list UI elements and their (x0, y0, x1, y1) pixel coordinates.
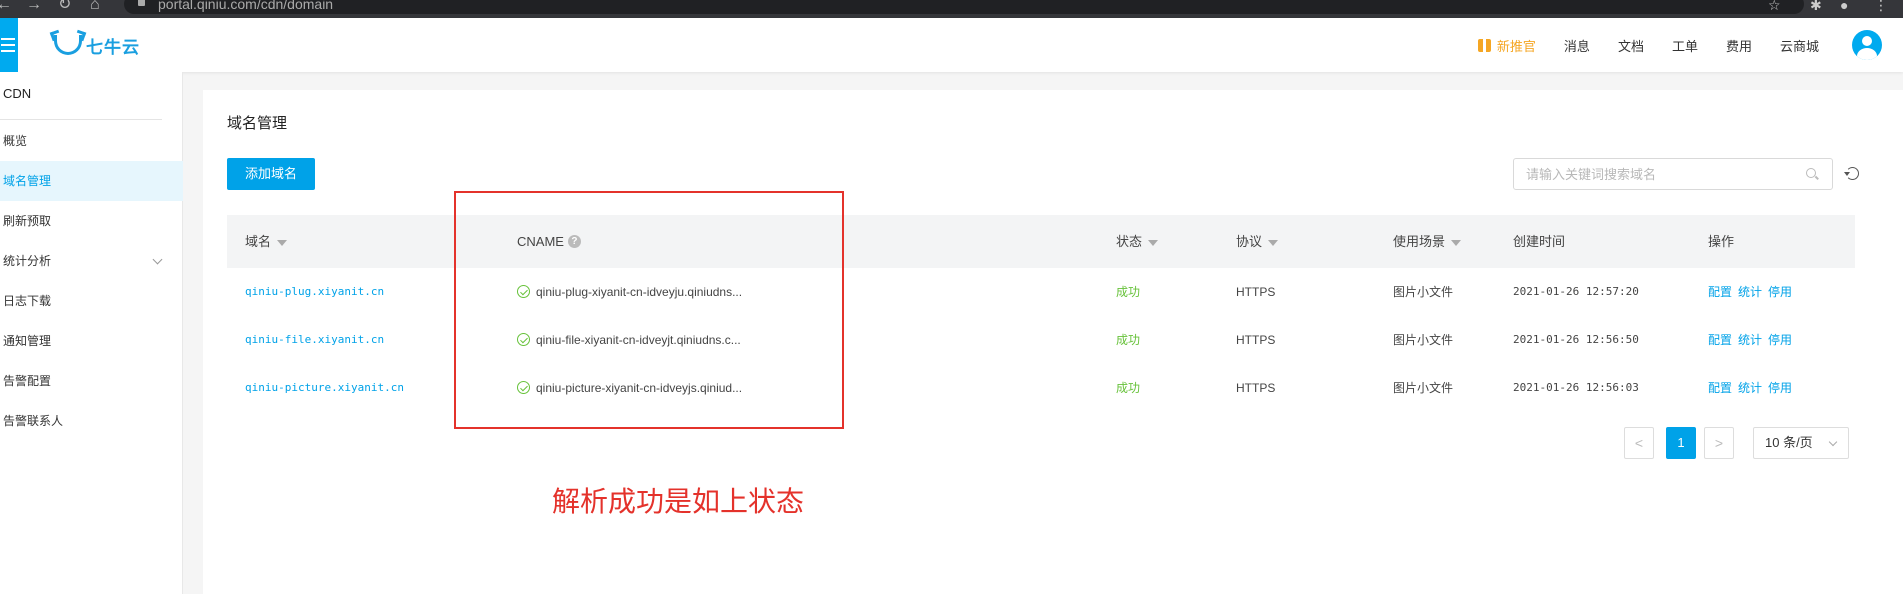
domain-link[interactable]: qiniu-plug.xiyanit.cn (245, 268, 384, 316)
sidebar-item-label: 通知管理 (3, 334, 52, 348)
chevron-down-icon (1828, 437, 1838, 447)
filter-icon[interactable] (277, 239, 288, 246)
disable-link[interactable]: 停用 (1768, 285, 1792, 299)
column-header-scene: 使用场景 (1393, 215, 1462, 268)
address-bar[interactable]: portal.qiniu.com/cdn/domain (124, 0, 1804, 14)
home-icon[interactable]: ⌂ (90, 0, 100, 14)
url-text: portal.qiniu.com/cdn/domain (158, 0, 334, 12)
configure-link[interactable]: 配置 (1708, 285, 1732, 299)
topnav-item-billing[interactable]: 费用 (1726, 36, 1752, 55)
prev-page-button[interactable]: < (1624, 427, 1654, 459)
add-domain-button[interactable]: 添加域名 (227, 158, 315, 190)
logo[interactable]: 七牛云 (54, 32, 140, 58)
filter-icon[interactable] (1268, 239, 1279, 246)
protocol-cell: HTTPS (1236, 333, 1276, 347)
column-header-domain: 域名 (245, 215, 288, 268)
column-header-protocol: 协议 (1236, 215, 1279, 268)
configure-link[interactable]: 配置 (1708, 381, 1732, 395)
statistics-link[interactable]: 统计 (1738, 381, 1762, 395)
sidebar-item-label: 统计分析 (3, 254, 52, 268)
forward-icon[interactable]: → (26, 0, 42, 14)
highlight-box (454, 191, 844, 429)
filter-icon[interactable] (1148, 239, 1159, 246)
topnav-item-marketplace[interactable]: 云商城 (1780, 36, 1819, 55)
actions-cell: 配置 统计 停用 (1708, 364, 1798, 412)
status-cell: 成功 (1116, 285, 1141, 299)
page-size-select[interactable]: 10 条/页 (1753, 427, 1849, 459)
sidebar-item-alert-contacts[interactable]: 告警联系人 (0, 401, 183, 441)
search-icon[interactable] (1806, 168, 1816, 178)
profile-icon[interactable]: ● (1840, 0, 1848, 13)
annotation-text: 解析成功是如上状态 (552, 485, 805, 518)
disable-link[interactable]: 停用 (1768, 333, 1792, 347)
sidebar-item-domain-management[interactable]: 域名管理 (0, 161, 183, 201)
lock-icon (138, 0, 145, 6)
sidebar-divider (0, 119, 162, 120)
sidebar-item-label: 告警联系人 (3, 414, 64, 428)
topnav-item-tickets[interactable]: 工单 (1672, 36, 1698, 55)
reload-icon[interactable]: ↻ (58, 0, 71, 14)
star-icon[interactable]: ☆ (1768, 0, 1781, 14)
protocol-cell: HTTPS (1236, 381, 1276, 395)
sidebar: CDN 概览 域名管理 刷新预取 统计分析 日志下载 通知管理 告警配置 告警联… (0, 72, 183, 594)
protocol-cell: HTTPS (1236, 285, 1276, 299)
page-size-value: 10 条/页 (1765, 435, 1813, 450)
actions-cell: 配置 统计 停用 (1708, 268, 1798, 316)
extensions-icon[interactable]: ✱ (1810, 0, 1822, 14)
sidebar-item-label: 日志下载 (3, 294, 52, 308)
actions-cell: 配置 统计 停用 (1708, 316, 1798, 364)
gift-icon (1477, 38, 1491, 52)
topnav-item-promo[interactable]: 新推官 (1477, 36, 1536, 55)
chevron-down-icon (152, 254, 163, 265)
next-page-button[interactable]: > (1704, 427, 1734, 459)
status-cell: 成功 (1116, 381, 1141, 395)
sidebar-item-label: 告警配置 (3, 374, 52, 388)
browser-toolbar: ← → ↻ ⌂ portal.qiniu.com/cdn/domain ☆ ✱ … (0, 0, 1903, 18)
sidebar-item-label: 刷新预取 (3, 214, 52, 228)
statistics-link[interactable]: 统计 (1738, 285, 1762, 299)
refresh-icon[interactable] (1844, 167, 1859, 180)
sidebar-item-notifications[interactable]: 通知管理 (0, 321, 183, 361)
sidebar-item-statistics[interactable]: 统计分析 (0, 241, 183, 281)
sidebar-item-log-download[interactable]: 日志下载 (0, 281, 183, 321)
search-box (1513, 158, 1833, 190)
avatar[interactable] (1852, 30, 1882, 60)
qiniu-logo-icon (54, 35, 82, 55)
filter-icon[interactable] (1451, 239, 1462, 246)
column-header-actions: 操作 (1708, 234, 1735, 249)
scene-cell: 图片小文件 (1393, 333, 1454, 347)
topnav-item-messages[interactable]: 消息 (1564, 36, 1590, 55)
top-navbar: 七牛云 新推官 消息 文档 工单 费用 云商城 (0, 18, 1903, 72)
created-cell: 2021-01-26 12:56:50 (1513, 333, 1639, 346)
domain-link[interactable]: qiniu-file.xiyanit.cn (245, 316, 384, 364)
disable-link[interactable]: 停用 (1768, 381, 1792, 395)
scene-cell: 图片小文件 (1393, 285, 1454, 299)
domain-link[interactable]: qiniu-picture.xiyanit.cn (245, 364, 404, 412)
created-cell: 2021-01-26 12:56:03 (1513, 381, 1639, 394)
configure-link[interactable]: 配置 (1708, 333, 1732, 347)
page-title: 域名管理 (227, 115, 288, 132)
sidebar-item-label: 域名管理 (3, 174, 52, 188)
back-icon[interactable]: ← (0, 0, 12, 14)
status-cell: 成功 (1116, 333, 1141, 347)
search-input[interactable] (1514, 159, 1794, 189)
logo-text: 七牛云 (86, 37, 140, 57)
statistics-link[interactable]: 统计 (1738, 333, 1762, 347)
menu-toggle-button[interactable] (0, 18, 18, 72)
topnav-item-docs[interactable]: 文档 (1618, 36, 1644, 55)
page-number-button[interactable]: 1 (1666, 427, 1696, 459)
promo-label: 新推官 (1496, 38, 1536, 54)
column-header-status: 状态 (1116, 215, 1159, 268)
sidebar-item-refresh-prefetch[interactable]: 刷新预取 (0, 201, 183, 241)
sidebar-item-label: 概览 (3, 134, 28, 148)
scene-cell: 图片小文件 (1393, 381, 1454, 395)
topnav-menu: 新推官 消息 文档 工单 费用 云商城 (1450, 18, 1819, 72)
column-header-created: 创建时间 (1513, 234, 1566, 249)
sidebar-item-alert-config[interactable]: 告警配置 (0, 361, 183, 401)
sidebar-item-overview[interactable]: 概览 (0, 121, 183, 161)
sidebar-title: CDN (3, 86, 32, 101)
created-cell: 2021-01-26 12:57:20 (1513, 285, 1639, 298)
browser-menu-icon[interactable]: ⋮ (1874, 0, 1888, 14)
